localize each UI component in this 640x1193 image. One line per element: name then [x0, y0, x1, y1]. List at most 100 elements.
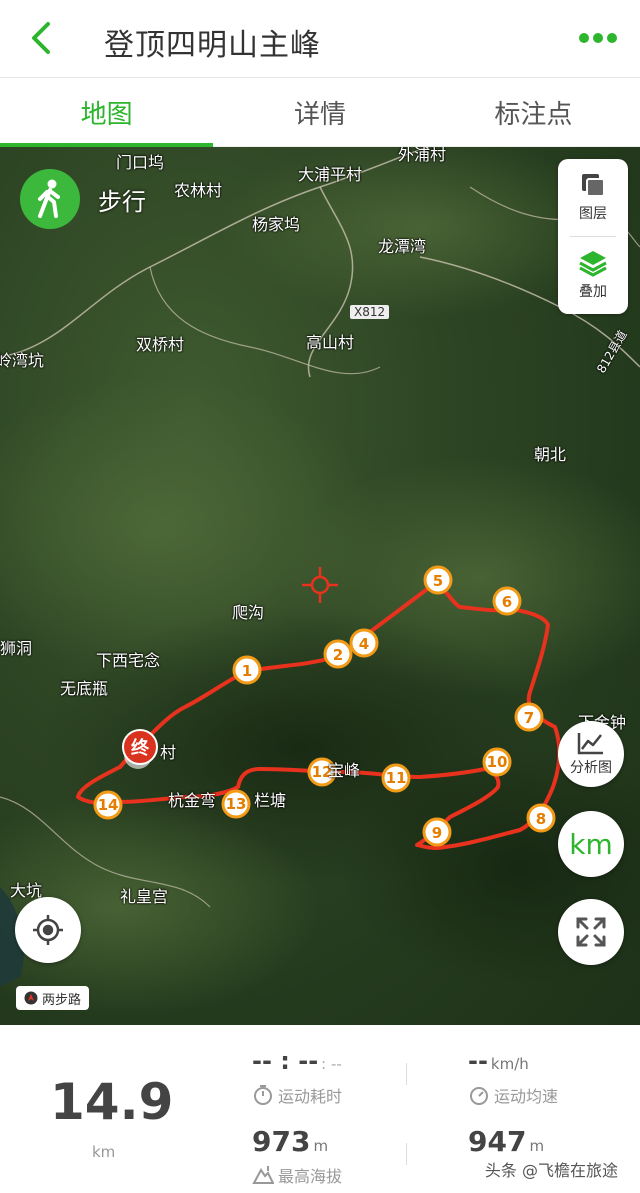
more-options-icon[interactable] [578, 28, 618, 48]
speed-unit: km/h [490, 1055, 529, 1073]
layers-button[interactable]: 图层 [558, 159, 628, 235]
tab-bar: 地图 详情 标注点 [0, 79, 640, 147]
analysis-label: 分析图 [570, 760, 612, 776]
track-stats-panel: 14.9 km -- : --: -- 运动耗时 -- km/h 运动均速 973… [0, 1025, 640, 1193]
waypoint-4: 4 [349, 628, 379, 658]
target-location-icon [33, 915, 63, 945]
tab-map[interactable]: 地图 [0, 79, 214, 147]
max-altitude-label-text: 最高海拔 [278, 1167, 343, 1186]
max-altitude-value: 973 m [252, 1125, 328, 1158]
speed-gauge-icon [470, 1087, 488, 1105]
logo-text: 两步路 [42, 992, 82, 1008]
min-altitude-value: 947 m [468, 1125, 544, 1158]
waypoint-8: 8 [526, 803, 556, 833]
waypoint-10: 10 [482, 747, 512, 777]
waypoint-9: 9 [422, 817, 452, 847]
waypoint-5: 5 [423, 565, 453, 595]
road-label: X812 [350, 305, 390, 319]
place-label: 栏塘 [254, 791, 287, 810]
svg-text:10: 10 [487, 753, 508, 771]
duration-seconds: : -- [321, 1055, 342, 1073]
place-label: 下西宅念 [96, 651, 161, 670]
max-altitude-unit: m [313, 1137, 329, 1155]
svg-text:1: 1 [242, 662, 252, 680]
satellite-map[interactable]: 1 2 4 5 6 7 8 9 10 11 12 13 14 终 门口坞 农林村… [0, 147, 640, 1025]
place-label: 双桥村 [136, 335, 185, 354]
place-label: 礼皇宫 [120, 887, 169, 906]
overlay-stack-icon [579, 251, 607, 277]
compass-logo-icon [24, 991, 38, 1005]
waypoint-14: 14 [93, 790, 123, 820]
place-label: 门口坞 [116, 153, 165, 172]
duration-label-text: 运动耗时 [278, 1087, 343, 1106]
place-label: 杭金弯 [168, 791, 217, 810]
mode-label: 步行 [98, 188, 146, 216]
duration-main: -- : -- [252, 1047, 319, 1075]
tab-markers[interactable]: 标注点 [427, 79, 640, 146]
waypoint-7: 7 [514, 702, 544, 732]
app-logo: 两步路 [16, 986, 90, 1010]
waypoint-1: 1 [232, 655, 262, 685]
min-altitude-main: 947 [468, 1125, 527, 1158]
fullscreen-button[interactable] [558, 899, 624, 965]
layers-icon [582, 174, 605, 197]
place-label: 村 [160, 743, 177, 762]
speed-main: -- [468, 1047, 488, 1075]
place-label: 宝峰 [328, 761, 361, 780]
place-label: 爬沟 [232, 603, 265, 622]
stat-divider [406, 1063, 407, 1085]
min-altitude-unit: m [529, 1137, 545, 1155]
km-label: km [569, 827, 613, 861]
overlay-button[interactable]: 叠加 [558, 237, 628, 313]
analysis-chart-button[interactable]: 分析图 [558, 721, 624, 787]
place-label: 无底瓶 [60, 679, 109, 698]
place-label: 岭湾坑 [0, 351, 45, 370]
place-label: 杨家坞 [252, 215, 301, 234]
duration-label: 运动耗时 [252, 1083, 342, 1107]
waypoint-6: 6 [492, 586, 522, 616]
walking-mode-badge [20, 169, 80, 229]
tab-details[interactable]: 详情 [213, 79, 426, 146]
km-marker-toggle[interactable]: km [558, 811, 624, 877]
overlay-label: 叠加 [579, 284, 607, 300]
app-header: 登顶四明山主峰 [0, 0, 640, 78]
place-label: 高山村 [306, 333, 355, 352]
max-altitude-main: 973 [252, 1125, 311, 1158]
page-title: 登顶四明山主峰 [104, 28, 321, 63]
place-label: 外浦村 [398, 147, 447, 164]
back-arrow-icon[interactable] [22, 18, 62, 58]
place-label: 朝北 [534, 445, 567, 464]
map-terrain: 1 2 4 5 6 7 8 9 10 11 12 13 14 终 [0, 147, 640, 1017]
svg-text:终: 终 [131, 737, 150, 759]
stopwatch-icon [254, 1085, 272, 1105]
speed-label-text: 运动均速 [494, 1087, 559, 1106]
place-label: 大坑 [10, 881, 43, 900]
waypoint-13: 13 [221, 789, 251, 819]
place-label: 农林村 [174, 181, 223, 200]
max-altitude-label: 最高海拔 [252, 1163, 342, 1187]
svg-text:8: 8 [536, 810, 546, 828]
svg-text:2: 2 [333, 646, 343, 664]
stat-divider [406, 1143, 407, 1165]
waypoint-2: 2 [323, 639, 353, 669]
distance-unit: km [92, 1143, 116, 1161]
svg-text:7: 7 [524, 709, 534, 727]
svg-text:5: 5 [433, 572, 443, 590]
expand-icon [576, 917, 606, 947]
speed-value: -- km/h [468, 1047, 529, 1075]
walking-person-icon [38, 179, 60, 218]
layer-panel: 图层 叠加 [558, 159, 628, 314]
waypoint-11: 11 [381, 763, 411, 793]
speed-label: 运动均速 [468, 1083, 558, 1107]
place-label: 狮洞 [0, 639, 33, 658]
svg-text:14: 14 [98, 796, 119, 814]
duration-value: -- : --: -- [252, 1047, 342, 1075]
place-label: 龙潭湾 [378, 237, 427, 256]
svg-text:6: 6 [502, 593, 512, 611]
locate-me-button[interactable] [15, 897, 81, 963]
svg-text:4: 4 [359, 635, 369, 653]
svg-text:13: 13 [226, 795, 247, 813]
distance-value: 14.9 [50, 1073, 174, 1131]
place-label: 大浦平村 [298, 165, 363, 184]
svg-text:11: 11 [386, 769, 407, 787]
